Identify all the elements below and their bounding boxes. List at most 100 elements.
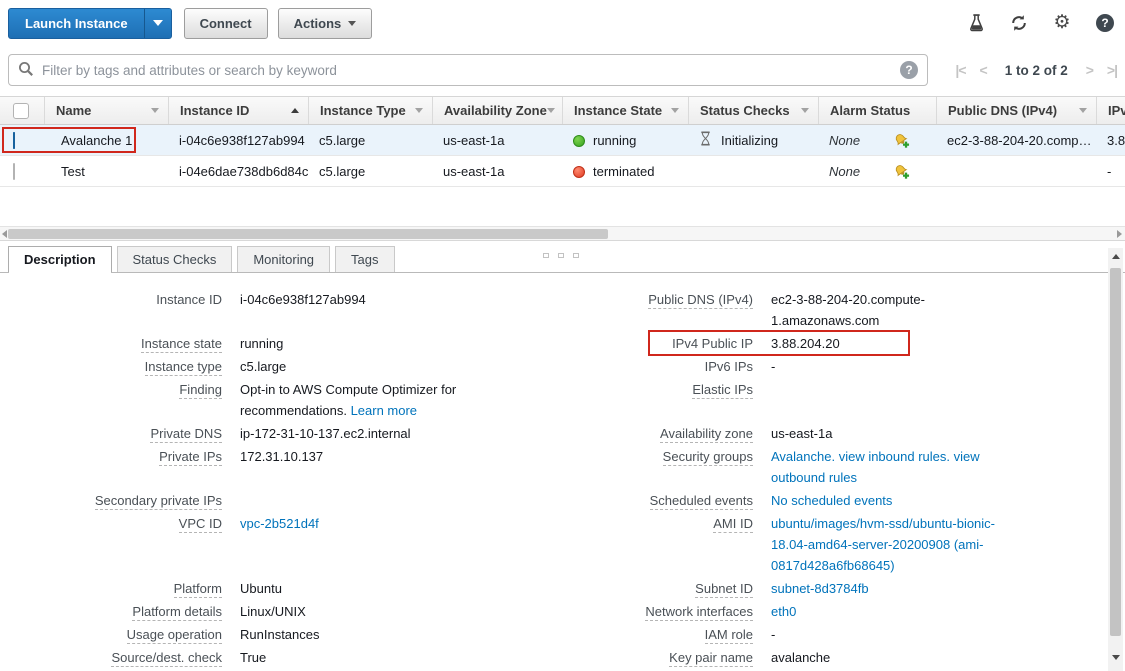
column-header-ipv4-public-ip[interactable]: IPv4 Public IP [1096,97,1125,124]
table-row[interactable]: Testi-04e6dae738db6d84cc5.largeus-east-1… [0,156,1125,187]
field-value-subnet-id: subnet-8d3784fb [753,578,1125,599]
pagination-last-button[interactable]: >| [1107,62,1117,78]
scroll-down-icon[interactable] [1112,655,1120,660]
vertical-scrollbar[interactable] [1108,248,1123,671]
search-icon [18,61,34,80]
cell-instance-id: i-04c6e938f127ab994 [168,133,308,148]
field-value-private-dns: ip-172-31-10-137.ec2.internal [222,423,620,444]
pagination: |< < 1 to 2 of 2 > >| [955,54,1117,86]
connect-button[interactable]: Connect [184,8,268,39]
network-interfaces-link[interactable]: eth0 [771,604,796,619]
tab-description[interactable]: Description [8,246,112,272]
column-header-status-checks[interactable]: Status Checks [688,97,818,124]
scroll-left-icon[interactable] [2,230,7,238]
sort-asc-icon [291,108,299,113]
search-box[interactable]: ? [8,54,928,86]
field-label-private-dns: Private DNS [0,423,222,444]
field-label-vpc-id: VPC ID [0,513,222,576]
field-label-source-dest-check: Source/dest. check [0,647,222,668]
filter-help-icon[interactable]: ? [900,61,918,79]
ami-id-link[interactable]: ubuntu/images/hvm-ssd/ubuntu-bionic-18.0… [771,516,995,573]
field-value-platform-details: Linux/UNIX [222,601,620,622]
column-header-public-dns-ipv4[interactable]: Public DNS (IPv4) [936,97,1096,124]
scroll-up-icon[interactable] [1112,254,1120,259]
field-value-ami-id: ubuntu/images/hvm-ssd/ubuntu-bionic-18.0… [753,513,1125,576]
description-row: Secondary private IPsScheduled eventsNo … [0,489,1125,512]
cell-instance-state: running [562,133,688,148]
sort-icon [671,108,679,113]
cell-instance-type: c5.large [308,164,432,179]
tab-status-checks[interactable]: Status Checks [117,246,233,272]
cell-alarm-status: None [818,163,936,180]
cell-availability-zone: us-east-1a [432,133,562,148]
finding-link[interactable]: Learn more [351,403,417,418]
column-header-instance-type[interactable]: Instance Type [308,97,432,124]
column-header-availability-zone[interactable]: Availability Zone [432,97,562,124]
scheduled-events-link[interactable]: No scheduled events [771,493,892,508]
horizontal-scrollbar[interactable] [0,226,1125,241]
column-header-alarm-status[interactable]: Alarm Status [818,97,936,124]
field-label-platform: Platform [0,578,222,599]
cell-status-checks: Initializing [688,131,818,149]
field-value-key-pair-name: avalanche [753,647,1125,668]
subnet-id-link[interactable]: subnet-8d3784fb [771,581,869,596]
tab-monitoring[interactable]: Monitoring [237,246,330,272]
field-value-source-dest-check: True [222,647,620,668]
select-all-checkbox[interactable] [13,103,29,119]
cell-ipv4-public-ip: - [1096,164,1125,179]
create-alarm-bell-icon[interactable] [893,132,910,149]
value-text: True [240,650,266,665]
actions-button[interactable]: Actions [278,8,373,39]
field-value-ipv4-public-ip: 3.88.204.20 [753,333,1125,354]
value-text: ip-172-31-10-137.ec2.internal [240,426,411,441]
field-label-ipv4-public-ip: IPv4 Public IP [620,333,753,354]
value-text: RunInstances [240,627,320,642]
vpc-id-link[interactable]: vpc-2b521d4f [240,516,319,531]
description-row: VPC IDvpc-2b521d4fAMI IDubuntu/images/hv… [0,512,1125,577]
panel-resize-handle[interactable] [543,253,579,258]
field-label-instance-state: Instance state [0,333,222,354]
column-header-instance-state[interactable]: Instance State [562,97,688,124]
scroll-right-icon[interactable] [1117,230,1122,238]
horizontal-scrollbar-thumb[interactable] [8,229,608,239]
field-value-instance-type: c5.large [222,356,620,377]
description-row: Private IPs172.31.10.137Security groupsA… [0,445,1125,489]
field-label-iam-role: IAM role [620,624,753,645]
value-text: 172.31.10.137 [240,449,323,464]
field-label-subnet-id: Subnet ID [620,578,753,599]
gear-icon[interactable]: ⚙ [1052,13,1072,33]
column-header-name[interactable]: Name [44,97,168,124]
row-checkbox[interactable] [13,163,15,180]
field-label-secondary-private-ips: Secondary private IPs [0,490,222,511]
field-value-availability-zone: us-east-1a [753,423,1125,444]
table-row[interactable]: Avalanche 1i-04c6e938f127ab994c5.largeus… [0,125,1125,156]
field-value-secondary-private-ips [222,490,620,511]
pagination-prev-button[interactable]: < [980,62,987,78]
launch-instance-button[interactable]: Launch Instance [8,8,172,39]
field-label-instance-id: Instance ID [0,289,222,331]
field-value-network-interfaces: eth0 [753,601,1125,622]
pagination-first-button[interactable]: |< [955,62,965,78]
beaker-icon[interactable] [966,13,986,33]
filter-input[interactable] [42,63,900,78]
field-label-private-ips: Private IPs [0,446,222,488]
cell-instance-state: terminated [562,164,688,179]
header-icon-group: ⚙ ? [966,13,1115,33]
row-checkbox[interactable] [13,132,15,149]
value-text: - [771,359,775,374]
refresh-icon[interactable] [1009,13,1029,33]
security-groups-link[interactable]: Avalanche. view inbound rules. view outb… [771,449,980,485]
sort-icon [415,108,423,113]
field-label-usage-operation: Usage operation [0,624,222,645]
pagination-next-button[interactable]: > [1086,62,1093,78]
value-text: Opt-in to AWS Compute Optimizer for reco… [240,382,456,418]
select-all-header[interactable] [0,97,44,124]
vertical-scrollbar-thumb[interactable] [1110,268,1121,636]
column-header-instance-id[interactable]: Instance ID [168,97,308,124]
help-icon[interactable]: ? [1095,13,1115,33]
launch-instance-dropdown[interactable] [144,9,171,38]
tab-tags[interactable]: Tags [335,246,394,272]
sort-icon [801,108,809,113]
sort-icon [1079,108,1087,113]
create-alarm-bell-icon[interactable] [893,163,910,180]
